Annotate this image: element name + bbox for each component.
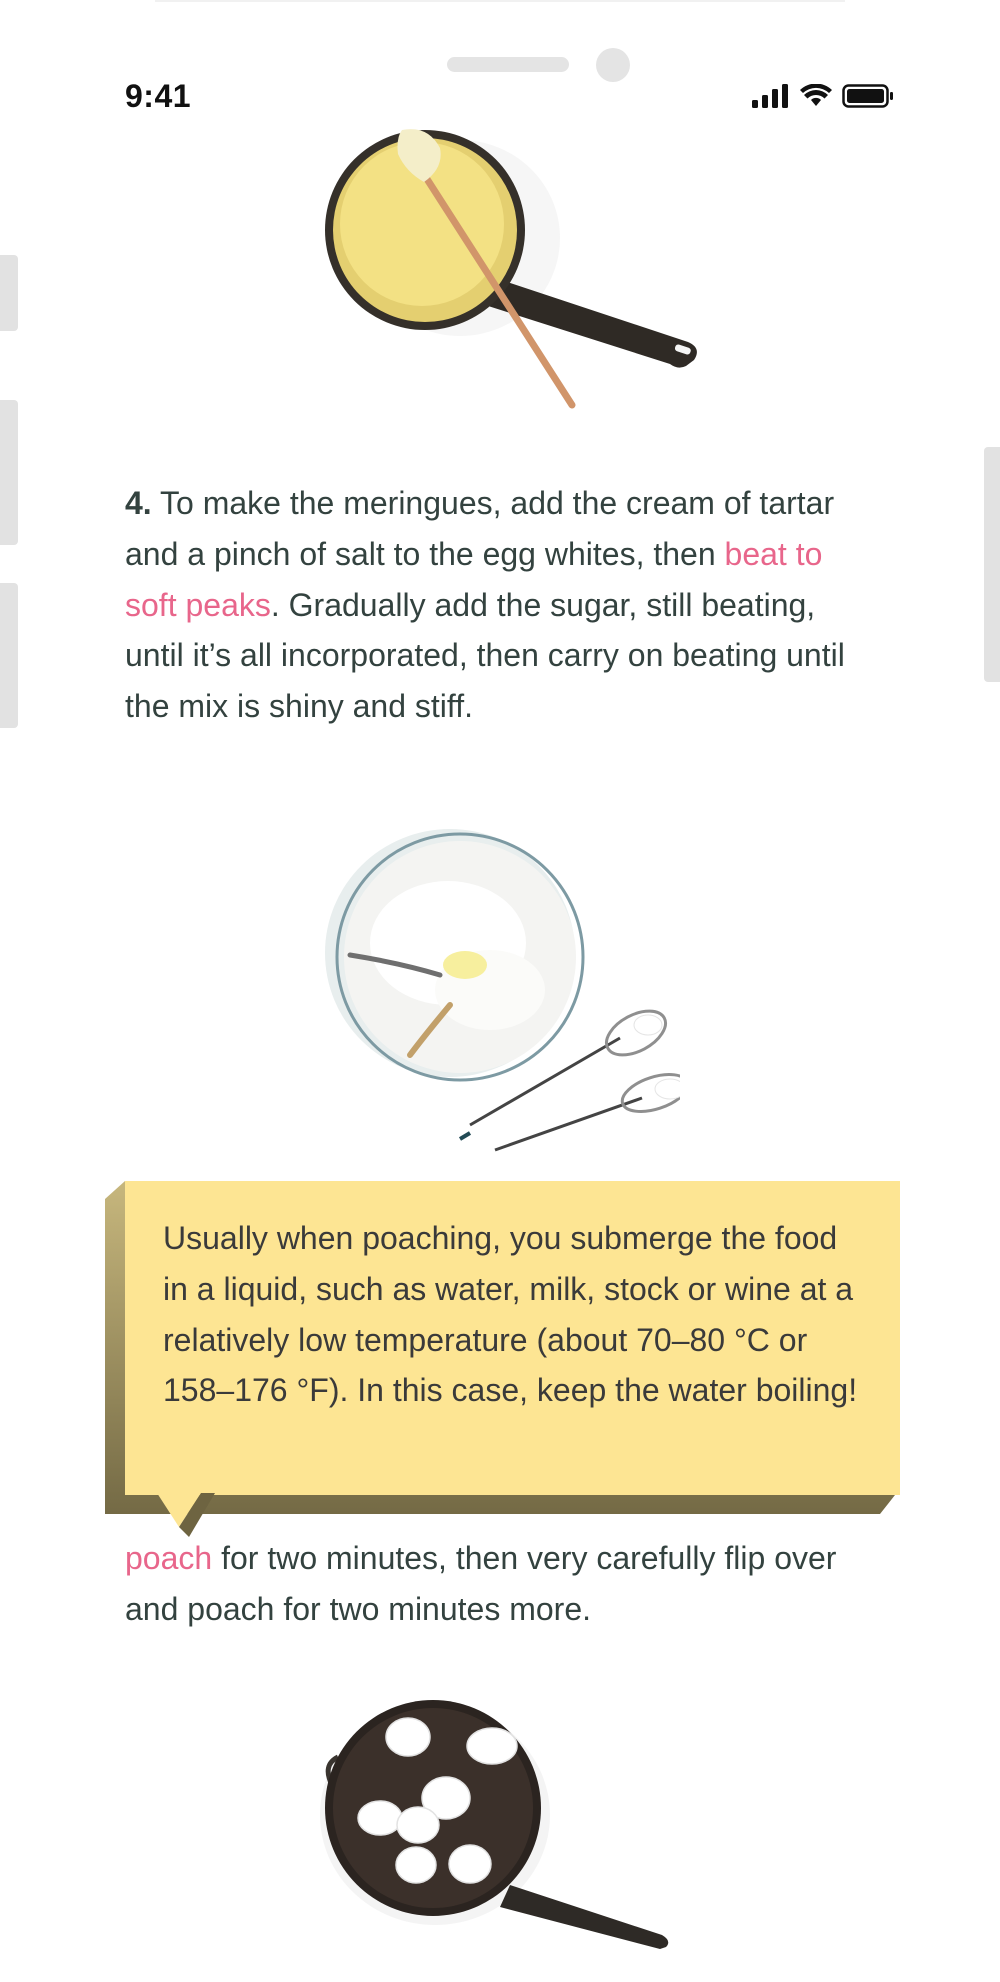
step-5-paragraph: poach for two minutes, then very careful… (125, 1533, 865, 1635)
device-top-edge (155, 0, 845, 2)
step-4-paragraph: 4. To make the meringues, add the cream … (125, 478, 865, 732)
status-icons (752, 84, 894, 108)
poach-link[interactable]: poach (125, 1540, 212, 1576)
poached-meringues-pan-image (320, 1700, 669, 1949)
device-camera (596, 48, 630, 82)
signal-icon (752, 84, 788, 108)
status-time: 9:41 (125, 78, 192, 114)
tooltip-text: Usually when poaching, you submerge the … (163, 1220, 858, 1409)
step-number: 4. (125, 485, 152, 521)
tooltip-pointer (157, 1493, 215, 1537)
step-5-text: for two minutes, then very carefully fli… (125, 1540, 837, 1627)
tooltip-card: Usually when poaching, you submerge the … (125, 1181, 900, 1495)
device-side-button-power (984, 447, 1000, 682)
device-side-button-volume-down (0, 583, 18, 728)
wifi-icon (800, 84, 832, 106)
meringue-bowl-image (325, 829, 680, 1152)
device-side-button-mute (0, 255, 18, 331)
battery-icon (842, 84, 893, 108)
device-side-button-volume-up (0, 400, 18, 545)
poach-tooltip: Usually when poaching, you submerge the … (105, 1181, 900, 1537)
device-speaker (447, 57, 569, 72)
custard-pan-image (325, 129, 697, 409)
